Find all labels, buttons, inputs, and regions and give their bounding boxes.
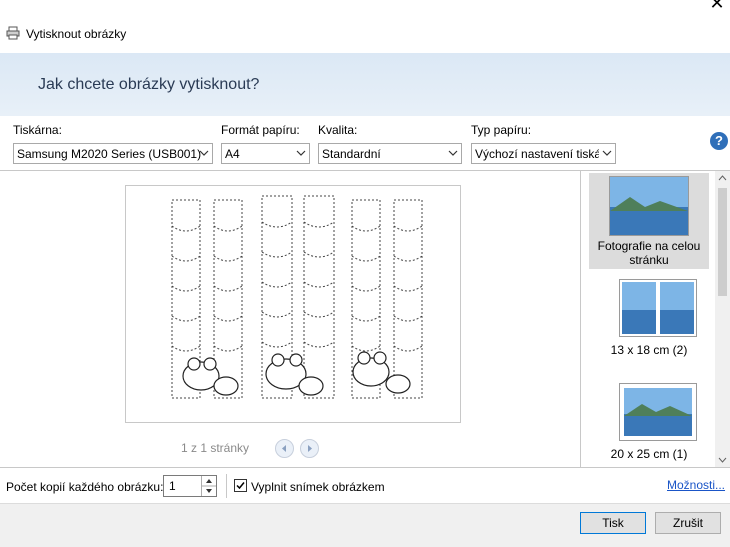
chevron-down-icon xyxy=(296,150,306,156)
layout-scrollbar[interactable] xyxy=(715,171,730,467)
previous-page-button[interactable] xyxy=(275,439,294,458)
preview-image xyxy=(171,195,423,399)
paper-type-select-value: Výchozí nastavení tiská xyxy=(475,147,599,161)
divider xyxy=(226,474,227,498)
close-icon[interactable]: ✕ xyxy=(708,0,726,12)
print-button[interactable]: Tisk xyxy=(580,512,646,534)
title-bar xyxy=(0,0,730,52)
help-icon[interactable]: ? xyxy=(710,132,728,150)
chevron-down-icon xyxy=(199,150,209,156)
print-preview xyxy=(125,185,461,423)
page-indicator: 1 z 1 stránky xyxy=(181,441,250,455)
quality-select[interactable]: Standardní xyxy=(318,143,462,164)
layout-item-full-page[interactable]: Fotografie na celou stránku xyxy=(589,173,709,269)
layout-thumbnail xyxy=(619,279,697,337)
layout-thumbnail xyxy=(619,383,697,441)
paper-type-select[interactable]: Výchozí nastavení tiská xyxy=(471,143,616,164)
checkmark-icon xyxy=(236,482,245,490)
quality-select-value: Standardní xyxy=(322,147,381,161)
divider xyxy=(0,467,730,468)
copies-stepper[interactable]: 1 xyxy=(163,475,217,497)
options-link[interactable]: Možnosti... xyxy=(667,478,725,492)
window-title: Vytisknout obrázky xyxy=(26,27,127,41)
fill-frame-label: Vyplnit snímek obrázkem xyxy=(251,480,385,494)
printer-select[interactable]: Samsung M2020 Series (USB001) xyxy=(13,143,213,164)
printer-select-value: Samsung M2020 Series (USB001) xyxy=(17,147,202,161)
paper-size-select-value: A4 xyxy=(225,147,240,161)
printer-label: Tiskárna: xyxy=(13,123,62,137)
layout-item-20x25[interactable]: 20 x 25 cm (1) xyxy=(589,381,709,467)
copies-value: 1 xyxy=(169,479,176,493)
layout-label: 20 x 25 cm (1) xyxy=(610,447,688,461)
next-page-button[interactable] xyxy=(300,439,319,458)
layout-thumbnail xyxy=(609,176,689,236)
printer-icon xyxy=(6,26,20,40)
fill-frame-checkbox[interactable] xyxy=(234,479,247,492)
copies-label: Počet kopií každého obrázku: xyxy=(6,480,164,494)
paper-size-select[interactable]: A4 xyxy=(221,143,310,164)
layout-list: Fotografie na celou stránku 13 x 18 cm (… xyxy=(580,171,730,467)
layout-label: 13 x 18 cm (2) xyxy=(610,343,688,357)
chevron-left-icon xyxy=(282,445,286,452)
chevron-right-icon xyxy=(308,445,312,452)
quality-label: Kvalita: xyxy=(318,123,358,137)
chevron-down-icon xyxy=(448,150,458,156)
page-title: Jak chcete obrázky vytisknout? xyxy=(38,76,260,93)
paper-size-label: Formát papíru: xyxy=(221,123,300,137)
layout-item-13x18[interactable]: 13 x 18 cm (2) xyxy=(589,277,709,357)
layout-label: Fotografie na celou stránku xyxy=(597,239,701,267)
cancel-button[interactable]: Zrušit xyxy=(655,512,721,534)
paper-type-label: Typ papíru: xyxy=(471,123,532,137)
chevron-down-icon xyxy=(602,150,612,156)
